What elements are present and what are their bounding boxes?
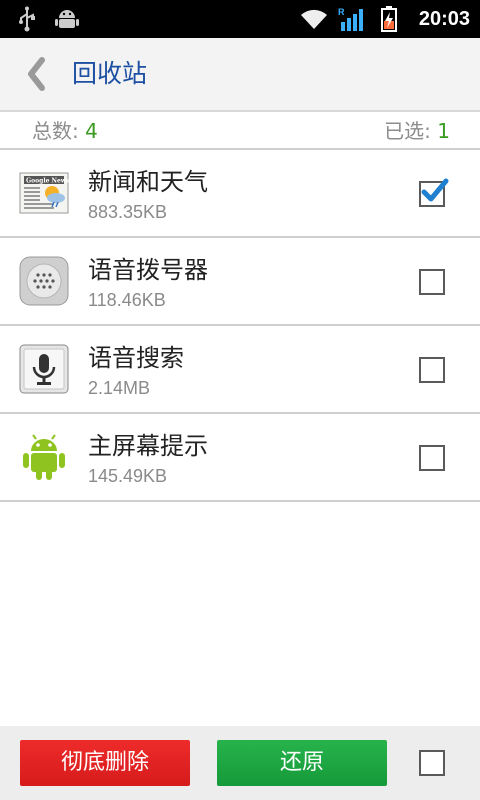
app-size: 2.14MB (88, 378, 151, 398)
item-checkbox[interactable] (419, 178, 449, 207)
app-size: 883.35KB (88, 202, 168, 222)
list-item[interactable]: 语音搜索 2.14MB (0, 326, 480, 414)
delete-permanently-button[interactable]: 彻底删除 (20, 740, 190, 786)
voice-search-icon (18, 343, 70, 395)
app-list: Google News 新闻和天气 883.35KB 语音拨号器 118.46K… (0, 150, 480, 502)
app-name: 新闻和天气 (88, 168, 208, 196)
chevron-left-icon (28, 57, 45, 91)
title-bar: 回收站 (0, 38, 480, 112)
status-bar: R 20:03 (0, 0, 480, 38)
select-all-checkbox[interactable] (419, 750, 445, 776)
item-checkbox[interactable] (419, 269, 445, 295)
page-title: 回收站 (72, 59, 148, 88)
app-name: 主屏幕提示 (88, 432, 208, 460)
app-size: 118.46KB (88, 290, 166, 310)
item-checkbox[interactable] (419, 357, 445, 383)
selected-count: 已选: 1 (384, 112, 450, 150)
summary-bar: 总数: 4 已选: 1 (0, 112, 480, 150)
android-debug-icon (54, 0, 80, 38)
status-time: 20:03 (418, 8, 470, 30)
app-size: 145.49KB (88, 466, 168, 486)
list-item[interactable]: Google News 新闻和天气 883.35KB (0, 150, 480, 238)
list-item[interactable]: 主屏幕提示 145.49KB (0, 414, 480, 502)
selected-label: 已选: (384, 119, 431, 143)
wifi-icon (298, 0, 330, 38)
signal-roaming-icon: R (337, 0, 365, 38)
restore-button[interactable]: 还原 (217, 740, 387, 786)
back-button[interactable] (22, 54, 52, 94)
item-checkbox[interactable] (419, 445, 445, 471)
total-count: 总数: 4 (32, 112, 98, 150)
news-weather-icon: Google News (18, 167, 70, 219)
svg-text:Google News: Google News (26, 178, 70, 185)
selected-value: 1 (437, 119, 450, 143)
svg-text:R: R (338, 7, 345, 17)
total-label: 总数: (32, 119, 79, 143)
list-item[interactable]: 语音拨号器 118.46KB (0, 238, 480, 326)
checkmark-icon (421, 178, 449, 202)
android-icon (18, 431, 70, 483)
voice-dialer-icon (18, 255, 70, 307)
bottom-action-bar: 彻底删除 还原 (0, 726, 480, 800)
usb-icon (14, 0, 40, 38)
battery-charging-icon (378, 0, 400, 38)
app-name: 语音拨号器 (88, 256, 208, 284)
total-value: 4 (85, 119, 98, 143)
app-name: 语音搜索 (88, 344, 184, 372)
